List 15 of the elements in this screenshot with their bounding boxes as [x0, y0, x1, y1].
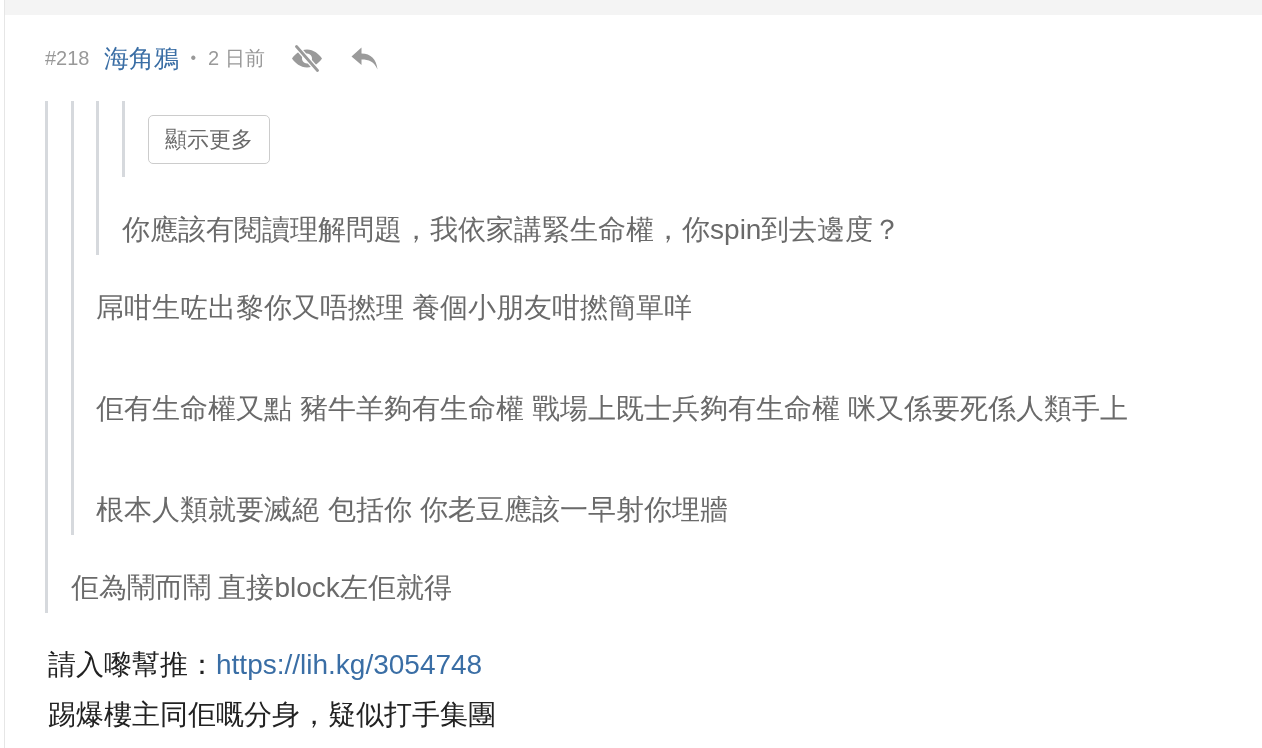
- post-number: #218: [45, 46, 90, 70]
- quote-text: 根本人類就要滅絕 包括你 你老豆應該一早射你埋牆: [96, 493, 729, 527]
- author-link[interactable]: 海角鴉: [103, 41, 179, 75]
- body-text: 踢爆樓主同佢嘅分身，疑似打手集團: [48, 698, 497, 732]
- quote-text: 佢有生命權又點 豬牛羊夠有生命權 戰場上既士兵夠有生命權 咪又係要死係人類手上: [96, 392, 1129, 426]
- separator-dot: •: [190, 49, 197, 67]
- eye-slash-icon[interactable]: [290, 44, 323, 72]
- reply-icon[interactable]: [350, 46, 378, 70]
- show-more-button[interactable]: 顯示更多: [147, 115, 270, 164]
- quote-text: 你應該有閱讀理解問題，我依家講緊生命權，你spin到去邊度？: [122, 213, 903, 247]
- quote-text: 佢為鬧而鬧 直接block左佢就得: [70, 571, 453, 605]
- post-time: 2 日前: [208, 45, 265, 71]
- body-text: 請入嚟幫推：https://lih.kg/3054748: [48, 648, 484, 682]
- quote-text: 屌咁生咗出黎你又唔撚理 養個小朋友咁撚簡單咩: [96, 291, 694, 325]
- link[interactable]: https://lih.kg/3054748: [216, 649, 483, 680]
